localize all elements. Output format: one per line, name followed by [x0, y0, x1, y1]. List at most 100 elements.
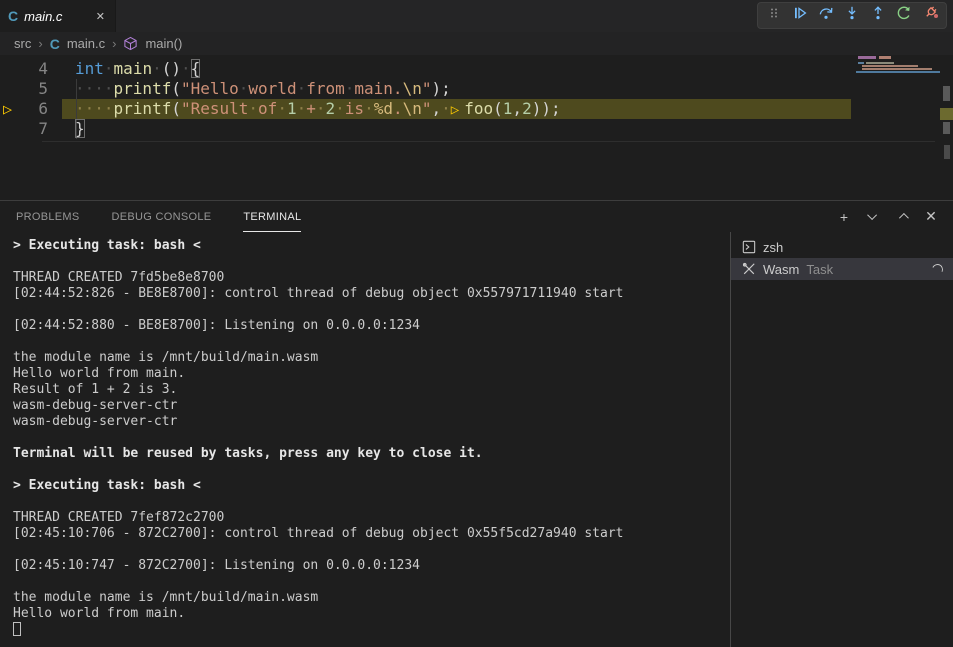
- terminal-cursor: [13, 622, 21, 636]
- code-token: ));: [532, 99, 561, 118]
- scrollbar-overview-ruler[interactable]: [940, 55, 953, 200]
- breadcrumb-item-mainc[interactable]: main.c: [67, 36, 105, 51]
- line-number: 4: [26, 59, 48, 79]
- code-token: is: [345, 99, 364, 118]
- code-text: ····printf("Hello·world·from·main.\n");: [75, 79, 451, 99]
- terminal-item-label: Wasm: [763, 262, 799, 277]
- scrollbar-decoration: [944, 145, 950, 159]
- code-token: ·: [104, 59, 114, 78]
- terminal-item-type: Task: [806, 262, 833, 277]
- code-token: main.: [354, 79, 402, 98]
- breadcrumb-item-src[interactable]: src: [14, 36, 31, 51]
- step-out-icon: [870, 5, 886, 26]
- code-token: ,: [432, 99, 442, 118]
- minimap-line: [862, 68, 932, 70]
- code-token: ·: [297, 99, 307, 118]
- code-line-4[interactable]: 4int·main·()·{: [0, 59, 953, 79]
- code-line-7[interactable]: 7}: [0, 119, 953, 139]
- terminal-line: wasm-debug-server-ctr: [13, 414, 730, 430]
- c-file-icon: C: [50, 37, 60, 51]
- code-editor[interactable]: 4int·main·()·{5····printf("Hello·world·f…: [0, 55, 953, 200]
- minimap-line: [866, 62, 894, 64]
- new-terminal-button[interactable]: +: [836, 209, 852, 225]
- close-panel-button[interactable]: ✕: [923, 209, 939, 225]
- minimap-viewport-edge: [856, 71, 940, 73]
- terminal-output[interactable]: > Executing task: bash < THREAD CREATED 7…: [0, 232, 730, 647]
- terminal-line: the module name is /mnt/build/main.wasm: [13, 590, 730, 606]
- code-token: world: [248, 79, 296, 98]
- minimap-line: [858, 56, 876, 59]
- terminal-line: Hello world from main.: [13, 366, 730, 382]
- code-token: ·: [181, 59, 191, 78]
- restart-icon: [896, 5, 912, 26]
- restart-button[interactable]: [893, 5, 915, 27]
- terminal-list-item-wasm[interactable]: Wasm Task: [731, 258, 953, 280]
- terminal-line: [13, 542, 730, 558]
- code-token: ·: [364, 99, 374, 118]
- code-token: ·: [441, 99, 451, 118]
- terminal-line: [13, 302, 730, 318]
- panel-tab-debug-console[interactable]: DEBUG CONSOLE: [112, 201, 212, 232]
- code-token: 1: [287, 99, 297, 118]
- terminal-line: > Executing task: bash <: [13, 238, 730, 254]
- code-token: printf: [114, 99, 172, 118]
- terminal-line: Terminal will be reused by tasks, press …: [13, 446, 730, 462]
- tab-bar: C main.c ✕: [0, 0, 953, 32]
- scrollbar-decoration: [943, 86, 950, 101]
- code-token: ·: [335, 99, 345, 118]
- step-into-button[interactable]: [841, 5, 863, 27]
- step-over-button[interactable]: [815, 5, 837, 27]
- code-token: +: [306, 99, 316, 118]
- editor-tab-main-c[interactable]: C main.c ✕: [0, 0, 116, 32]
- code-token: "Hello: [181, 79, 239, 98]
- inline-execution-pointer-icon: ▷: [451, 102, 464, 118]
- terminal-line: [13, 254, 730, 270]
- panel-tab-terminal[interactable]: TERMINAL: [243, 201, 301, 232]
- line-number: 6: [26, 99, 48, 119]
- bottom-panel: PROBLEMSDEBUG CONSOLETERMINAL +✕ > Execu…: [0, 200, 953, 647]
- code-token: ····: [75, 79, 114, 98]
- breadcrumb-separator-icon: ›: [112, 36, 116, 51]
- gutter-space: [0, 119, 26, 139]
- terminal-line: THREAD CREATED 7fd5be8e8700: [13, 270, 730, 286]
- breadcrumb-separator-icon: ›: [38, 36, 42, 51]
- terminal-list-item-zsh[interactable]: zsh: [731, 236, 953, 258]
- code-line-6[interactable]: ▷6····printf("Result·of·1·+·2·is·%d.\n",…: [0, 99, 953, 119]
- code-lines: 4int·main·()·{5····printf("Hello·world·f…: [0, 59, 953, 139]
- terminal-line: [02:45:10:706 - 872C2700]: control threa…: [13, 526, 730, 542]
- drag-handle-icon: [769, 5, 779, 26]
- terminal-line: Hello world from main.: [13, 606, 730, 622]
- code-line-5[interactable]: 5····printf("Hello·world·from·main.\n");: [0, 79, 953, 99]
- terminal-line: [13, 334, 730, 350]
- code-token: main: [114, 59, 153, 78]
- c-file-icon: C: [8, 9, 18, 23]
- code-token: ·: [152, 59, 162, 78]
- minimap[interactable]: [856, 55, 946, 127]
- panel-tabs: PROBLEMS DEBUG CONSOLE TERMINAL: [16, 201, 301, 232]
- terminal-item-label: zsh: [763, 240, 783, 255]
- continue-button[interactable]: [789, 5, 811, 27]
- step-over-icon: [818, 5, 834, 26]
- gutter-space: [0, 59, 26, 79]
- code-token: ·: [248, 99, 258, 118]
- code-token: 2: [326, 99, 336, 118]
- drag-handle[interactable]: [763, 5, 785, 27]
- code-token: ·: [277, 99, 287, 118]
- code-token: "Result: [181, 99, 248, 118]
- notification-dot: [934, 14, 938, 18]
- continue-icon: [792, 5, 808, 26]
- breadcrumb-item-main[interactable]: main(): [145, 36, 182, 51]
- terminal-line: [13, 494, 730, 510]
- debug-toolbar: [757, 2, 947, 29]
- editor-rule: [42, 141, 935, 142]
- panel-actions: +✕: [836, 209, 939, 225]
- panel-tab-problems[interactable]: PROBLEMS: [16, 201, 80, 232]
- terminal-dropdown-button[interactable]: [865, 209, 881, 225]
- code-token: 1: [503, 99, 513, 118]
- maximize-panel-button[interactable]: [894, 209, 910, 225]
- code-token: ": [422, 99, 432, 118]
- close-tab-icon[interactable]: ✕: [94, 9, 107, 24]
- step-out-button[interactable]: [867, 5, 889, 27]
- code-token: \n: [403, 99, 422, 118]
- terminal-line: [13, 574, 730, 590]
